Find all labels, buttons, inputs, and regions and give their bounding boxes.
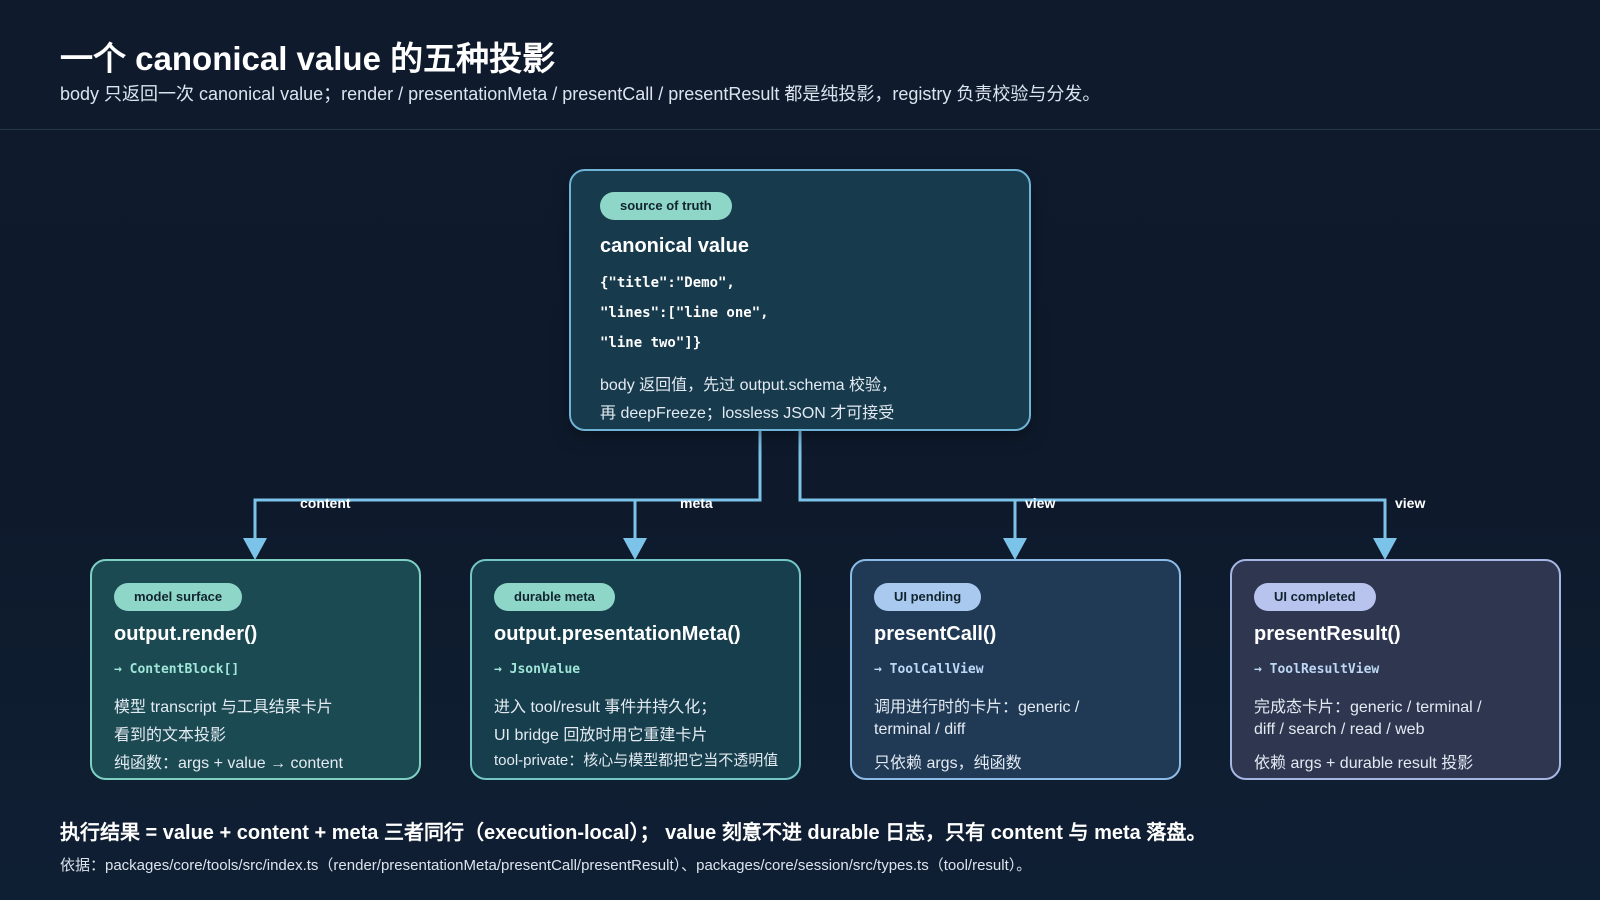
- render-card-title: output.render(): [114, 623, 258, 645]
- presentation-meta-desc-line: tool-private：核心与模型都把它当不透明值: [494, 752, 779, 769]
- arrowhead-meta: [623, 538, 647, 560]
- presentation-meta-desc-line: UI bridge 回放时用它重建卡片: [494, 727, 708, 744]
- render-desc-line: 纯函数：args + value → content: [114, 755, 343, 772]
- connector-view-pending: [798, 431, 1017, 553]
- ui-completed-badge: UI completed: [1254, 583, 1376, 611]
- connector-view-completed: [798, 431, 1387, 553]
- render-projection-card: model surface output.render() → ContentB…: [90, 559, 421, 780]
- source-desc-line: 再 deepFreeze；lossless JSON 才可接受: [600, 405, 895, 422]
- edge-label-view-pending: view: [1025, 495, 1056, 511]
- durable-meta-badge: durable meta: [494, 583, 615, 611]
- presentation-meta-card: durable meta output.presentationMeta() →…: [470, 559, 801, 780]
- present-call-desc-line: terminal / diff: [874, 721, 966, 738]
- source-code-line: "lines":["line one",: [600, 305, 769, 321]
- present-call-desc-line: 调用进行时的卡片：generic /: [874, 699, 1080, 716]
- source-card-title: canonical value: [600, 235, 749, 257]
- source-basis-note: 依据：packages/core/tools/src/index.ts（rend…: [60, 857, 1032, 874]
- presentation-meta-card-title: output.presentationMeta(): [494, 623, 741, 645]
- edge-label-view-completed: view: [1395, 495, 1426, 511]
- arrowhead-view-pending: [1003, 538, 1027, 560]
- present-result-card: UI completed presentResult() → ToolResul…: [1230, 559, 1561, 780]
- presentation-meta-return-type: → JsonValue: [494, 662, 581, 677]
- arrowhead-view-completed: [1373, 538, 1397, 560]
- diagram-page: 一个 canonical value 的五种投影 body 只返回一次 cano…: [0, 0, 1600, 900]
- edge-label-content: content: [300, 495, 351, 511]
- present-result-card-title: presentResult(): [1254, 623, 1401, 645]
- source-code-line: {"title":"Demo",: [600, 275, 735, 291]
- source-desc-line: body 返回值，先过 output.schema 校验，: [600, 377, 897, 394]
- source-code-line: "line two"]}: [600, 335, 702, 351]
- present-call-return-type: → ToolCallView: [874, 662, 984, 677]
- execution-summary: 执行结果 = value + content + meta 三者同行（execu…: [60, 822, 1207, 844]
- present-call-card: UI pending presentCall() → ToolCallView …: [850, 559, 1181, 780]
- ui-pending-badge: UI pending: [874, 583, 982, 611]
- arrowhead-content: [243, 538, 267, 560]
- connector-content: [253, 431, 762, 553]
- source-badge: source of truth: [600, 192, 732, 220]
- model-surface-badge: model surface: [114, 583, 243, 611]
- present-call-desc-line: 只依赖 args，纯函数: [874, 755, 1022, 772]
- render-desc-line: 模型 transcript 与工具结果卡片: [114, 699, 333, 716]
- render-return-type: → ContentBlock[]: [114, 662, 240, 677]
- render-desc-line: 看到的文本投影: [114, 727, 227, 744]
- canonical-value-card: source of truth canonical value {"title"…: [569, 169, 1031, 431]
- edge-label-meta: meta: [680, 495, 713, 511]
- presentation-meta-desc-line: 进入 tool/result 事件并持久化；: [494, 699, 717, 716]
- present-result-desc-line: 完成态卡片：generic / terminal /: [1254, 699, 1482, 716]
- connector-meta: [633, 431, 762, 553]
- present-result-desc-line: 依赖 args + durable result 投影: [1254, 755, 1474, 772]
- present-call-card-title: presentCall(): [874, 623, 997, 645]
- present-result-return-type: → ToolResultView: [1254, 662, 1380, 677]
- present-result-desc-line: diff / search / read / web: [1254, 721, 1425, 738]
